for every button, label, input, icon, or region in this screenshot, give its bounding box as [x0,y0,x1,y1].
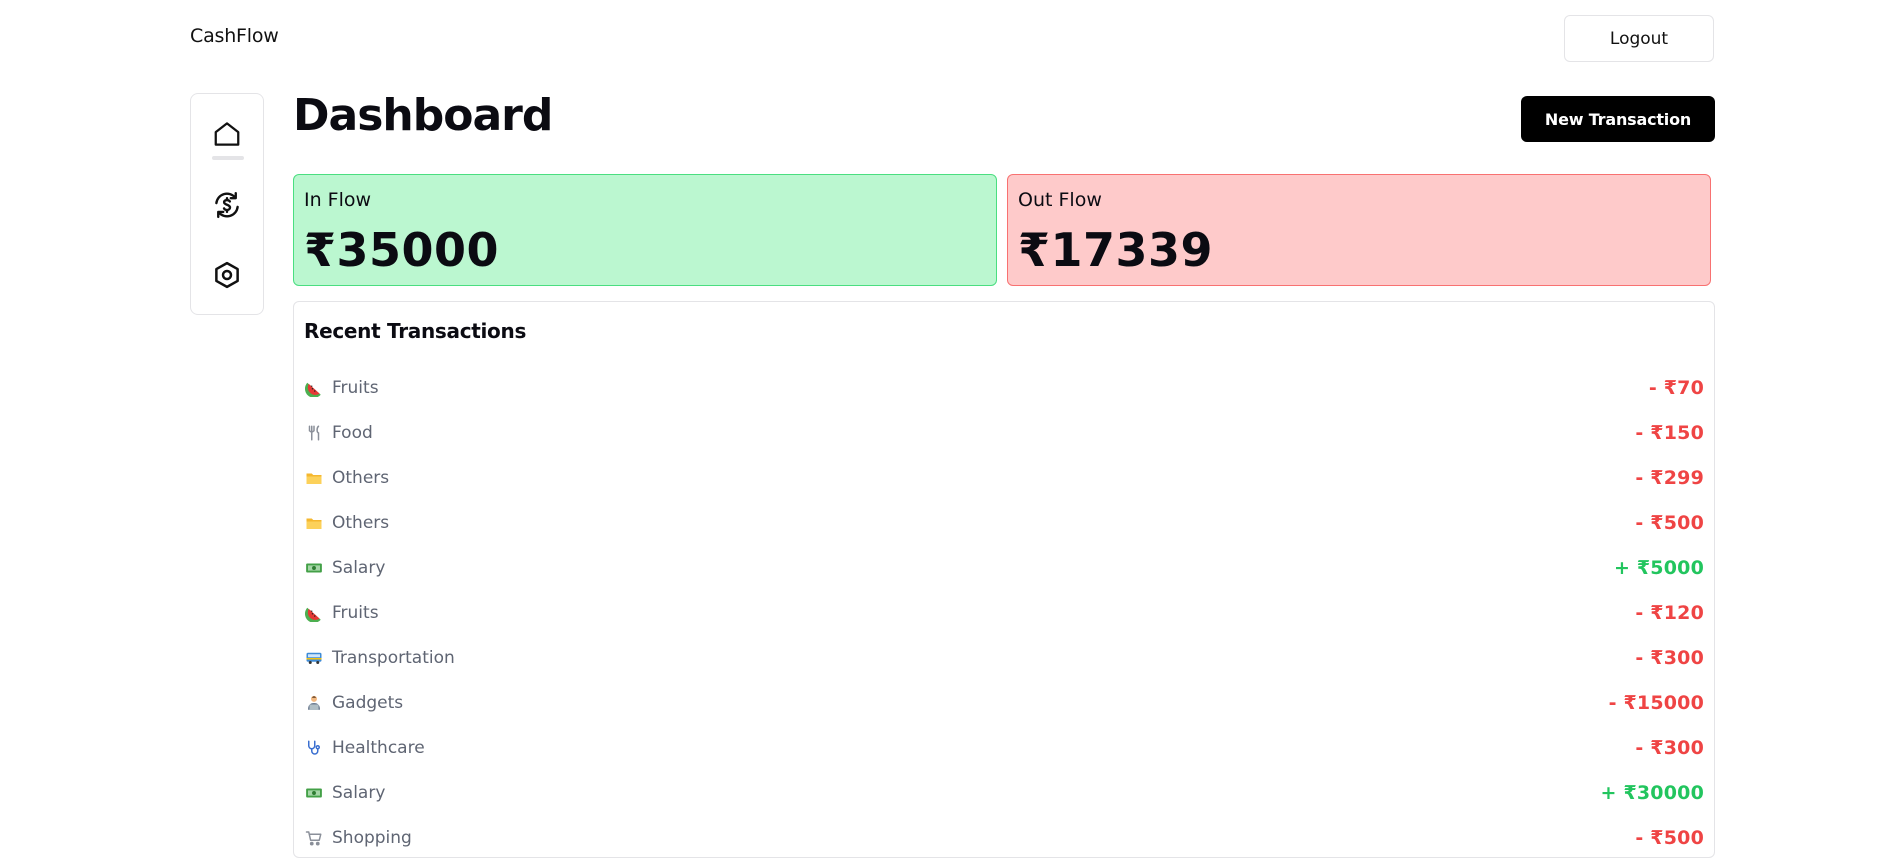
inflow-card: In Flow ₹35000 [293,174,997,286]
transaction-amount: - ₹150 [1635,421,1704,444]
logout-button[interactable]: Logout [1564,15,1714,62]
sidebar-nav [190,93,264,315]
inflow-label: In Flow [304,189,372,211]
recent-transactions-panel: Recent Transactions Fruits - ₹70 Food - ₹15… [293,301,1715,858]
transaction-category: Salary [332,782,386,803]
transaction-left: Gadgets [304,693,403,713]
watermelon-icon [304,603,324,623]
transaction-category: Others [332,467,390,488]
transaction-left: Fruits [304,603,379,623]
transaction-category: Transportation [332,647,455,668]
sidebar-item-home[interactable] [191,111,263,157]
transaction-category: Shopping [332,827,412,848]
outflow-label: Out Flow [1018,189,1102,211]
transaction-row[interactable]: Healthcare - ₹300 [304,725,1704,770]
transaction-row[interactable]: Food - ₹150 [304,410,1704,455]
technologist-icon [304,693,324,713]
transaction-left: Healthcare [304,738,425,758]
transaction-amount: - ₹500 [1635,511,1704,534]
active-indicator [212,156,244,160]
brand-logo[interactable]: CashFlow [190,25,279,47]
money-icon [304,558,324,578]
transaction-row[interactable]: Salary + ₹5000 [304,545,1704,590]
dollar-exchange-icon [215,191,239,219]
transaction-row[interactable]: Others - ₹500 [304,500,1704,545]
folder-icon [304,468,324,488]
outflow-card: Out Flow ₹17339 [1007,174,1711,286]
transaction-category: Salary [332,557,386,578]
transaction-amount: - ₹15000 [1608,691,1704,714]
transaction-row[interactable]: Fruits - ₹70 [304,365,1704,410]
home-icon [214,122,240,146]
transaction-row[interactable]: Gadgets - ₹15000 [304,680,1704,725]
transaction-category: Food [332,422,373,443]
transaction-amount: - ₹300 [1635,736,1704,759]
transaction-category: Fruits [332,377,379,398]
transaction-row[interactable]: Fruits - ₹120 [304,590,1704,635]
transaction-category: Fruits [332,602,379,623]
transaction-category: Healthcare [332,737,425,758]
cart-icon [304,828,324,848]
transaction-amount: - ₹299 [1635,466,1704,489]
transaction-left: Others [304,513,389,533]
transaction-amount: - ₹500 [1635,826,1704,849]
folder-icon [304,513,324,533]
page-title: Dashboard [293,90,553,141]
transaction-amount: + ₹30000 [1600,781,1704,804]
outflow-value: ₹17339 [1018,223,1214,277]
transaction-left: Fruits [304,378,379,398]
settings-hexagon-icon [215,261,239,289]
transaction-left: Salary [304,783,385,803]
recent-transactions-title: Recent Transactions [304,319,527,343]
transaction-list: Fruits - ₹70 Food - ₹150 Others - ₹299 Others -… [304,365,1704,860]
sidebar-item-transactions[interactable] [191,182,263,228]
transaction-amount: + ₹5000 [1613,556,1704,579]
transaction-row[interactable]: Transportation - ₹300 [304,635,1704,680]
transaction-amount: - ₹70 [1648,376,1704,399]
transaction-left: Others [304,468,389,488]
sidebar-item-settings[interactable] [191,252,263,298]
watermelon-icon [304,378,324,398]
money-icon [304,783,324,803]
transaction-left: Food [304,423,373,443]
transaction-amount: - ₹120 [1635,601,1704,624]
new-transaction-button[interactable]: New Transaction [1521,96,1715,142]
bus-icon [304,648,324,668]
transaction-row[interactable]: Others - ₹299 [304,455,1704,500]
inflow-value: ₹35000 [304,223,500,277]
transaction-category: Others [332,512,390,533]
transaction-amount: - ₹300 [1635,646,1704,669]
transaction-category: Gadgets [332,692,404,713]
transaction-row[interactable]: Shopping - ₹500 [304,815,1704,860]
top-bar: CashFlow Logout [190,15,1714,62]
transaction-left: Shopping [304,828,412,848]
stethoscope-icon [304,738,324,758]
transaction-left: Transportation [304,648,455,668]
transaction-left: Salary [304,558,385,578]
transaction-row[interactable]: Salary + ₹30000 [304,770,1704,815]
fork-knife-icon [304,423,324,443]
